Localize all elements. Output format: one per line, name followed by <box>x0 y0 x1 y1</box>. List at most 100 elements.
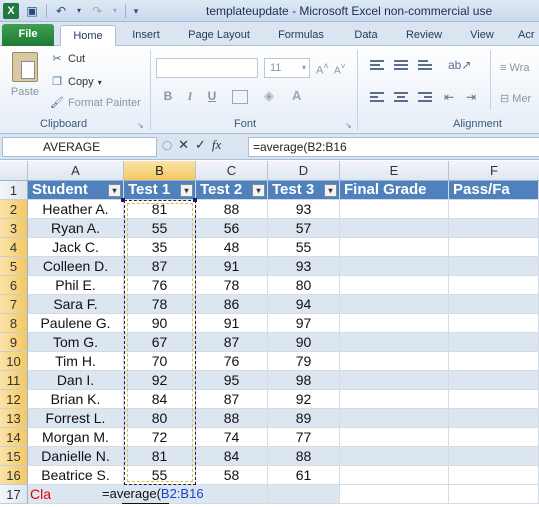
empty-cell[interactable] <box>340 447 449 466</box>
empty-cell[interactable] <box>340 409 449 428</box>
redo-icon[interactable]: ↷ <box>89 3 105 19</box>
row-header[interactable]: 4 <box>0 238 28 257</box>
score-cell[interactable]: 86 <box>196 295 268 314</box>
row-header[interactable]: 6 <box>0 276 28 295</box>
clipboard-launcher-icon[interactable]: ↘ <box>137 121 144 130</box>
student-name-cell[interactable]: Dan I. <box>28 371 124 390</box>
score-cell[interactable]: 92 <box>124 371 196 390</box>
row-header[interactable]: 12 <box>0 390 28 409</box>
font-launcher-icon[interactable]: ↘ <box>345 121 352 130</box>
score-cell[interactable]: 87 <box>196 390 268 409</box>
score-cell[interactable]: 67 <box>124 333 196 352</box>
score-cell[interactable]: 55 <box>268 238 340 257</box>
score-cell[interactable]: 81 <box>124 200 196 219</box>
score-cell[interactable]: 76 <box>124 276 196 295</box>
row-header[interactable]: 2 <box>0 200 28 219</box>
score-cell[interactable]: 80 <box>268 276 340 295</box>
column-header-c[interactable]: C <box>196 161 268 181</box>
grow-font-icon[interactable]: A˄ <box>316 61 329 77</box>
save-icon[interactable]: ▣ <box>24 3 40 19</box>
score-cell[interactable]: 88 <box>196 200 268 219</box>
score-cell[interactable]: 48 <box>196 238 268 257</box>
orientation-icon[interactable]: ab↗ <box>448 58 471 72</box>
font-name-combo[interactable] <box>156 58 258 78</box>
filter-dropdown-icon[interactable]: ▾ <box>180 184 193 197</box>
row-header[interactable]: 9 <box>0 333 28 352</box>
tab-insert[interactable]: Insert <box>130 25 162 46</box>
column-header-e[interactable]: E <box>340 161 449 181</box>
name-box[interactable]: AVERAGE <box>2 137 157 157</box>
borders-icon[interactable] <box>232 90 248 104</box>
tab-formulas[interactable]: Formulas <box>276 25 326 46</box>
score-cell[interactable]: 55 <box>124 219 196 238</box>
header-cell[interactable]: Pass/Fa <box>449 181 539 200</box>
excel-app-icon[interactable]: X <box>3 3 19 19</box>
filter-dropdown-icon[interactable]: ▾ <box>252 184 265 197</box>
filter-dropdown-icon[interactable]: ▾ <box>324 184 337 197</box>
row17-cell[interactable] <box>268 485 340 504</box>
range-handle-top-left[interactable] <box>121 198 125 202</box>
score-cell[interactable]: 89 <box>268 409 340 428</box>
tab-home[interactable]: Home <box>60 25 116 46</box>
row-header[interactable]: 11 <box>0 371 28 390</box>
score-cell[interactable]: 91 <box>196 257 268 276</box>
score-cell[interactable]: 61 <box>268 466 340 485</box>
column-header-d[interactable]: D <box>268 161 340 181</box>
score-cell[interactable]: 77 <box>268 428 340 447</box>
student-name-cell[interactable]: Morgan M. <box>28 428 124 447</box>
score-cell[interactable]: 88 <box>268 447 340 466</box>
customize-qat-icon[interactable]: ▾ <box>132 3 140 19</box>
align-center-icon[interactable] <box>394 92 408 104</box>
column-header-b[interactable]: B <box>124 161 196 181</box>
student-name-cell[interactable]: Sara F. <box>28 295 124 314</box>
range-handle-top-right[interactable] <box>193 198 197 202</box>
empty-cell[interactable] <box>449 371 539 390</box>
column-header-f[interactable]: F <box>449 161 539 181</box>
align-left-icon[interactable] <box>370 92 384 104</box>
empty-cell[interactable] <box>340 257 449 276</box>
score-cell[interactable]: 80 <box>124 409 196 428</box>
merge-center-button[interactable]: ⊟ Mer <box>500 92 531 105</box>
row-header[interactable]: 15 <box>0 447 28 466</box>
score-cell[interactable]: 58 <box>196 466 268 485</box>
undo-dropdown-icon[interactable]: ▾ <box>75 3 83 19</box>
select-all-corner[interactable] <box>0 161 28 181</box>
student-name-cell[interactable]: Tim H. <box>28 352 124 371</box>
score-cell[interactable]: 78 <box>124 295 196 314</box>
underline-button[interactable]: U <box>204 89 220 103</box>
score-cell[interactable]: 56 <box>196 219 268 238</box>
score-cell[interactable]: 84 <box>124 390 196 409</box>
cancel-icon[interactable]: ✕ <box>178 137 189 153</box>
empty-cell[interactable] <box>449 314 539 333</box>
row-header[interactable]: 1 <box>0 181 28 200</box>
score-cell[interactable]: 90 <box>268 333 340 352</box>
empty-cell[interactable] <box>340 219 449 238</box>
redo-dropdown-icon[interactable]: ▾ <box>111 3 119 19</box>
tab-acrobat[interactable]: Acr <box>518 25 539 46</box>
student-name-cell[interactable]: Jack C. <box>28 238 124 257</box>
font-size-dropdown-icon[interactable]: ▾ <box>302 59 306 77</box>
font-color-icon[interactable]: A <box>292 88 301 103</box>
row-header[interactable]: 13 <box>0 409 28 428</box>
score-cell[interactable]: 79 <box>268 352 340 371</box>
row-header[interactable]: 14 <box>0 428 28 447</box>
font-size-combo[interactable]: 11 ▾ <box>264 58 310 78</box>
student-name-cell[interactable]: Paulene G. <box>28 314 124 333</box>
tab-data[interactable]: Data <box>351 25 381 46</box>
row-header[interactable]: 7 <box>0 295 28 314</box>
enter-icon[interactable]: ✓ <box>195 137 206 153</box>
student-name-cell[interactable]: Beatrice S. <box>28 466 124 485</box>
empty-cell[interactable] <box>340 295 449 314</box>
middle-align-icon[interactable] <box>394 60 408 72</box>
empty-cell[interactable] <box>449 200 539 219</box>
filter-dropdown-icon[interactable]: ▾ <box>108 184 121 197</box>
italic-button[interactable]: I <box>182 89 198 104</box>
score-cell[interactable]: 90 <box>124 314 196 333</box>
empty-cell[interactable] <box>449 238 539 257</box>
score-cell[interactable]: 97 <box>268 314 340 333</box>
empty-cell[interactable] <box>340 390 449 409</box>
empty-cell[interactable] <box>449 352 539 371</box>
bold-button[interactable]: B <box>160 89 176 103</box>
header-cell[interactable]: Final Grade <box>340 181 449 200</box>
decrease-indent-icon[interactable]: ⇤ <box>444 90 454 104</box>
